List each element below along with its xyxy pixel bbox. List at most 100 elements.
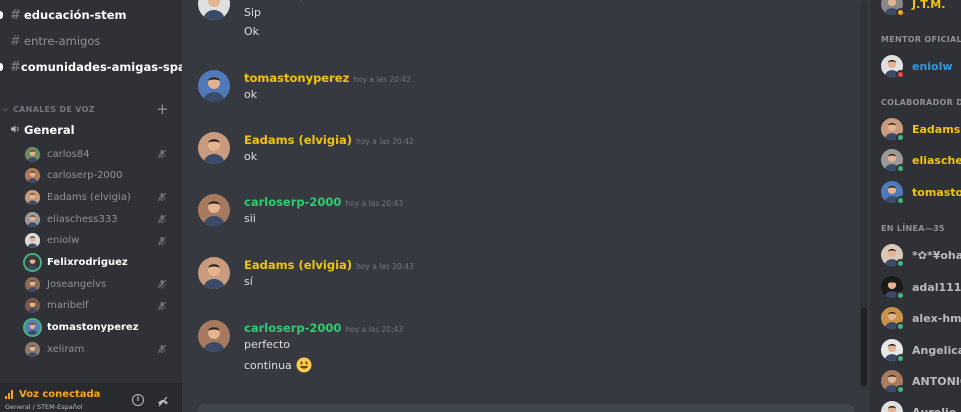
voice-category-header[interactable]: ⌵ CANALES DE VOZ + — [0, 100, 182, 118]
message-author[interactable]: carloserp-2000 — [244, 195, 341, 209]
voice-user[interactable]: Eadams (elvigia) — [25, 187, 175, 207]
muted-mic-icon — [157, 236, 167, 246]
message-text: sii — [244, 212, 256, 225]
voice-user[interactable]: Joseangelvs — [25, 274, 175, 294]
member-item[interactable]: Angelica7 — [881, 338, 961, 363]
avatar — [25, 298, 40, 314]
chat-scrollbar-thumb[interactable] — [861, 308, 867, 386]
message-timestamp: hoy a las 20:42 — [290, 0, 348, 2]
avatar[interactable] — [198, 320, 230, 352]
channel-label: educación-stem — [24, 8, 127, 22]
voice-user[interactable]: eliaschess333 — [25, 209, 175, 229]
status-online-indicator — [896, 385, 905, 394]
status-online-indicator — [896, 322, 905, 331]
voice-user-name: carloserp-2000 — [47, 170, 123, 182]
member-group-header: MENTOR OFICIAL — [881, 35, 961, 44]
avatar — [881, 401, 903, 412]
chat-area: eniolw hoy a las 20:42 Sip Ok tomastonyperez… — [182, 0, 870, 412]
voice-status-panel: Voz conectada General / STEM-Español i — [0, 383, 182, 412]
message-input[interactable] — [198, 404, 854, 412]
muted-mic-icon — [157, 301, 167, 311]
avatar — [25, 255, 40, 270]
message-author[interactable]: tomastonyperez — [244, 71, 349, 85]
message-text: ok — [244, 88, 258, 101]
voice-user[interactable]: carloserp-2000 — [25, 166, 175, 186]
member-item[interactable]: adal111 — [881, 275, 961, 300]
status-online-indicator — [896, 259, 905, 268]
member-item[interactable]: eniolw — [881, 54, 953, 79]
avatar[interactable] — [198, 70, 230, 102]
member-list: J.T.M. MENTOR OFICIAL eniolw COLABORADOR D E… — [870, 0, 961, 412]
muted-mic-icon — [157, 214, 167, 224]
voice-user[interactable]: eniolw — [25, 231, 175, 251]
message-timestamp: hoy a las 20:43 — [345, 199, 404, 208]
message-header: carloserp-2000 hoy a las 20:43 — [244, 195, 403, 209]
voice-user[interactable]: xeliram — [25, 339, 175, 359]
channel-sidebar: # educación-stem # entre-amigos # comuni… — [0, 0, 182, 412]
member-item[interactable]: ANTONIO — [881, 369, 961, 394]
avatar — [25, 168, 40, 184]
avatar — [25, 233, 40, 249]
avatar[interactable] — [198, 257, 230, 289]
member-name: eniolw — [912, 59, 953, 73]
member-name: alex-hm — [912, 311, 961, 325]
member-name: tomastonyperez — [912, 185, 961, 199]
avatar — [25, 276, 40, 292]
voice-user-name: maribelf — [47, 300, 89, 312]
message-timestamp: hoy a las 20:43 — [345, 325, 404, 334]
member-name: Aurelio — [912, 405, 957, 412]
member-item[interactable]: eliaschess333 — [881, 148, 961, 173]
member-name: J.T.M. — [912, 0, 946, 11]
unread-indicator — [0, 11, 3, 19]
avatar[interactable] — [198, 0, 230, 20]
member-item[interactable]: tomastonyperez — [881, 180, 961, 205]
add-channel-icon[interactable]: + — [156, 100, 169, 118]
avatar — [881, 339, 905, 363]
member-item[interactable]: J.T.M. — [881, 0, 946, 17]
message-text: Sip — [244, 6, 262, 19]
message-author[interactable]: Eadams (elvigia) — [244, 133, 352, 147]
hash-icon: # — [10, 59, 21, 75]
avatar[interactable] — [198, 194, 230, 226]
voice-user-name: Felixrodriguez — [47, 257, 128, 268]
muted-mic-icon — [157, 192, 167, 202]
info-icon[interactable]: i — [132, 394, 144, 406]
voice-user[interactable]: tomastonyperez — [25, 318, 175, 338]
channel-label: entre-amigos — [24, 34, 101, 48]
voice-channel-general[interactable]: General — [10, 121, 182, 139]
channel-educacion-stem[interactable]: # educación-stem — [0, 4, 182, 26]
message-author[interactable]: carloserp-2000 — [244, 321, 341, 335]
voice-user-name: eliaschess333 — [47, 213, 118, 225]
message-text: sí — [244, 275, 253, 288]
chevron-down-icon: ⌵ — [3, 104, 9, 113]
member-item[interactable]: Aurelio — [881, 400, 956, 412]
message-text: ok — [244, 150, 258, 163]
voice-user-name: Eadams (elvigia) — [47, 191, 131, 203]
avatar[interactable] — [198, 132, 230, 164]
member-item[interactable]: Eadams (elvigia) — [881, 117, 961, 142]
channel-entre-amigos[interactable]: # entre-amigos — [0, 30, 182, 52]
member-item[interactable]: alex-hm — [881, 306, 961, 331]
message-header: Eadams (elvigia) hoy a las 20:42 — [244, 133, 414, 147]
message-author[interactable]: Eadams (elvigia) — [244, 258, 352, 272]
voice-user[interactable]: maribelf — [25, 296, 175, 316]
avatar — [881, 276, 905, 300]
status-online-indicator — [896, 133, 905, 142]
hash-icon: # — [10, 7, 21, 23]
member-name: ANTONIO — [912, 374, 961, 388]
message-author[interactable]: eniolw — [244, 0, 286, 3]
member-group-header: COLABORADOR D — [881, 98, 961, 107]
member-name: eliaschess333 — [912, 153, 961, 167]
voice-user[interactable]: carlos84 — [25, 144, 175, 164]
message-header: carloserp-2000 hoy a las 20:43 — [244, 321, 403, 335]
avatar — [881, 0, 905, 17]
member-item[interactable]: *✿*¥oha — [881, 243, 961, 268]
disconnect-call-icon[interactable] — [156, 393, 170, 407]
channel-comunidades-amigas[interactable]: # comunidades-amigas-spa... — [0, 56, 182, 78]
avatar — [25, 341, 40, 357]
member-group-header: EN LÍNEA—35 — [881, 224, 945, 233]
muted-mic-icon — [157, 149, 167, 159]
avatar — [881, 181, 905, 205]
voice-user[interactable]: Felixrodriguez — [25, 253, 175, 273]
member-name: Angelica7 — [912, 343, 961, 357]
